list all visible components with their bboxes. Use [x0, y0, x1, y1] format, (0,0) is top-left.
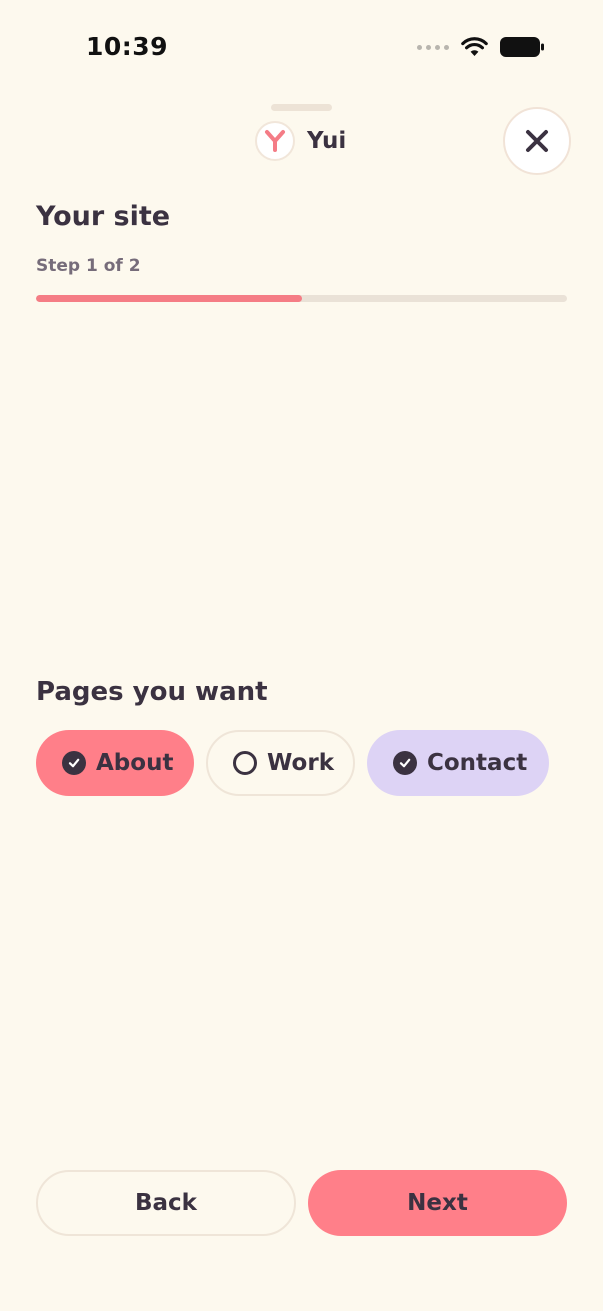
close-button[interactable] — [503, 107, 571, 175]
status-icons — [417, 37, 545, 57]
brand: Yui — [255, 121, 346, 161]
progress-fill — [36, 295, 302, 302]
chip-about[interactable]: About — [36, 730, 194, 796]
brand-logo-icon — [255, 121, 295, 161]
wifi-icon — [461, 37, 488, 56]
check-icon — [393, 751, 417, 775]
chip-contact[interactable]: Contact — [367, 730, 549, 796]
sheet-grabber[interactable] — [271, 104, 332, 111]
screen: 10:39 Yui Your site Step 1 of 2 Pages yo… — [0, 0, 603, 1311]
chip-label: About — [96, 750, 174, 776]
signal-icon — [417, 44, 449, 50]
section-title: Pages you want — [36, 677, 268, 707]
next-button[interactable]: Next — [308, 1170, 567, 1236]
close-icon — [526, 130, 548, 152]
battery-icon — [500, 37, 544, 57]
page-chips: About Work Contact — [36, 730, 549, 796]
chip-work[interactable]: Work — [206, 730, 355, 796]
unchecked-circle-icon — [233, 751, 257, 775]
step-label: Step 1 of 2 — [36, 256, 141, 276]
chip-label: Work — [267, 750, 334, 776]
page-title: Your site — [36, 201, 171, 232]
check-icon — [62, 751, 86, 775]
progress-bar — [36, 295, 567, 302]
status-time: 10:39 — [86, 32, 169, 61]
back-button[interactable]: Back — [36, 1170, 296, 1236]
brand-name: Yui — [307, 128, 347, 154]
chip-label: Contact — [427, 750, 528, 776]
